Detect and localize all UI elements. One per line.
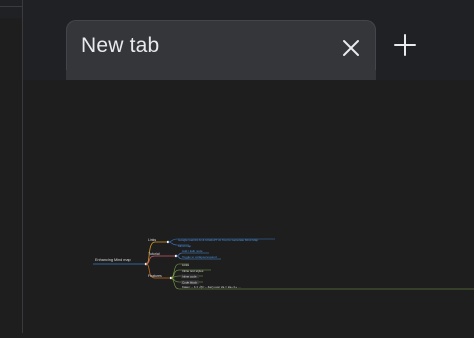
- tab-title: New tab: [81, 34, 160, 57]
- mindmap: Enhancing Mind map Links Tutorial Featur…: [93, 238, 474, 290]
- feature-katex[interactable]: Katex: − b ± √(b² − 4ac) over 2a = 2a+ b…: [182, 285, 241, 289]
- branch-features[interactable]: Features: [148, 274, 162, 278]
- feature-links[interactable]: Links: [182, 263, 190, 267]
- link-mind-map[interactable]: Mind map: [178, 244, 192, 248]
- plus-icon: [394, 33, 416, 61]
- branch-links[interactable]: Links: [148, 238, 156, 242]
- tab-new-tab[interactable]: New tab: [66, 20, 376, 82]
- branch-tutorial[interactable]: Tutorial: [148, 252, 160, 256]
- feature-inline-code[interactable]: Inline code: [182, 275, 197, 279]
- feature-code-block[interactable]: Code block: [182, 281, 198, 285]
- close-icon[interactable]: [340, 37, 362, 59]
- feature-inline-text-styles[interactable]: Inline text styles: [182, 269, 204, 273]
- tab-strip: New tab: [23, 0, 474, 82]
- tutorial-toggle-collapse[interactable]: Toggle to collapse/expand: [182, 255, 217, 259]
- tutorial-add-edit-node[interactable]: Add / Edit node: [182, 249, 203, 253]
- mindmap-root[interactable]: Enhancing Mind map: [95, 258, 131, 262]
- branch-tutorial-edge: [145, 255, 175, 265]
- link-gemini-chatgpt[interactable]: Google Gemini AI & ChatGPT AI Tool to Ge…: [178, 238, 258, 242]
- new-tab-button[interactable]: [390, 32, 420, 62]
- page-content: Enhancing Mind map Links Tutorial Featur…: [23, 80, 474, 333]
